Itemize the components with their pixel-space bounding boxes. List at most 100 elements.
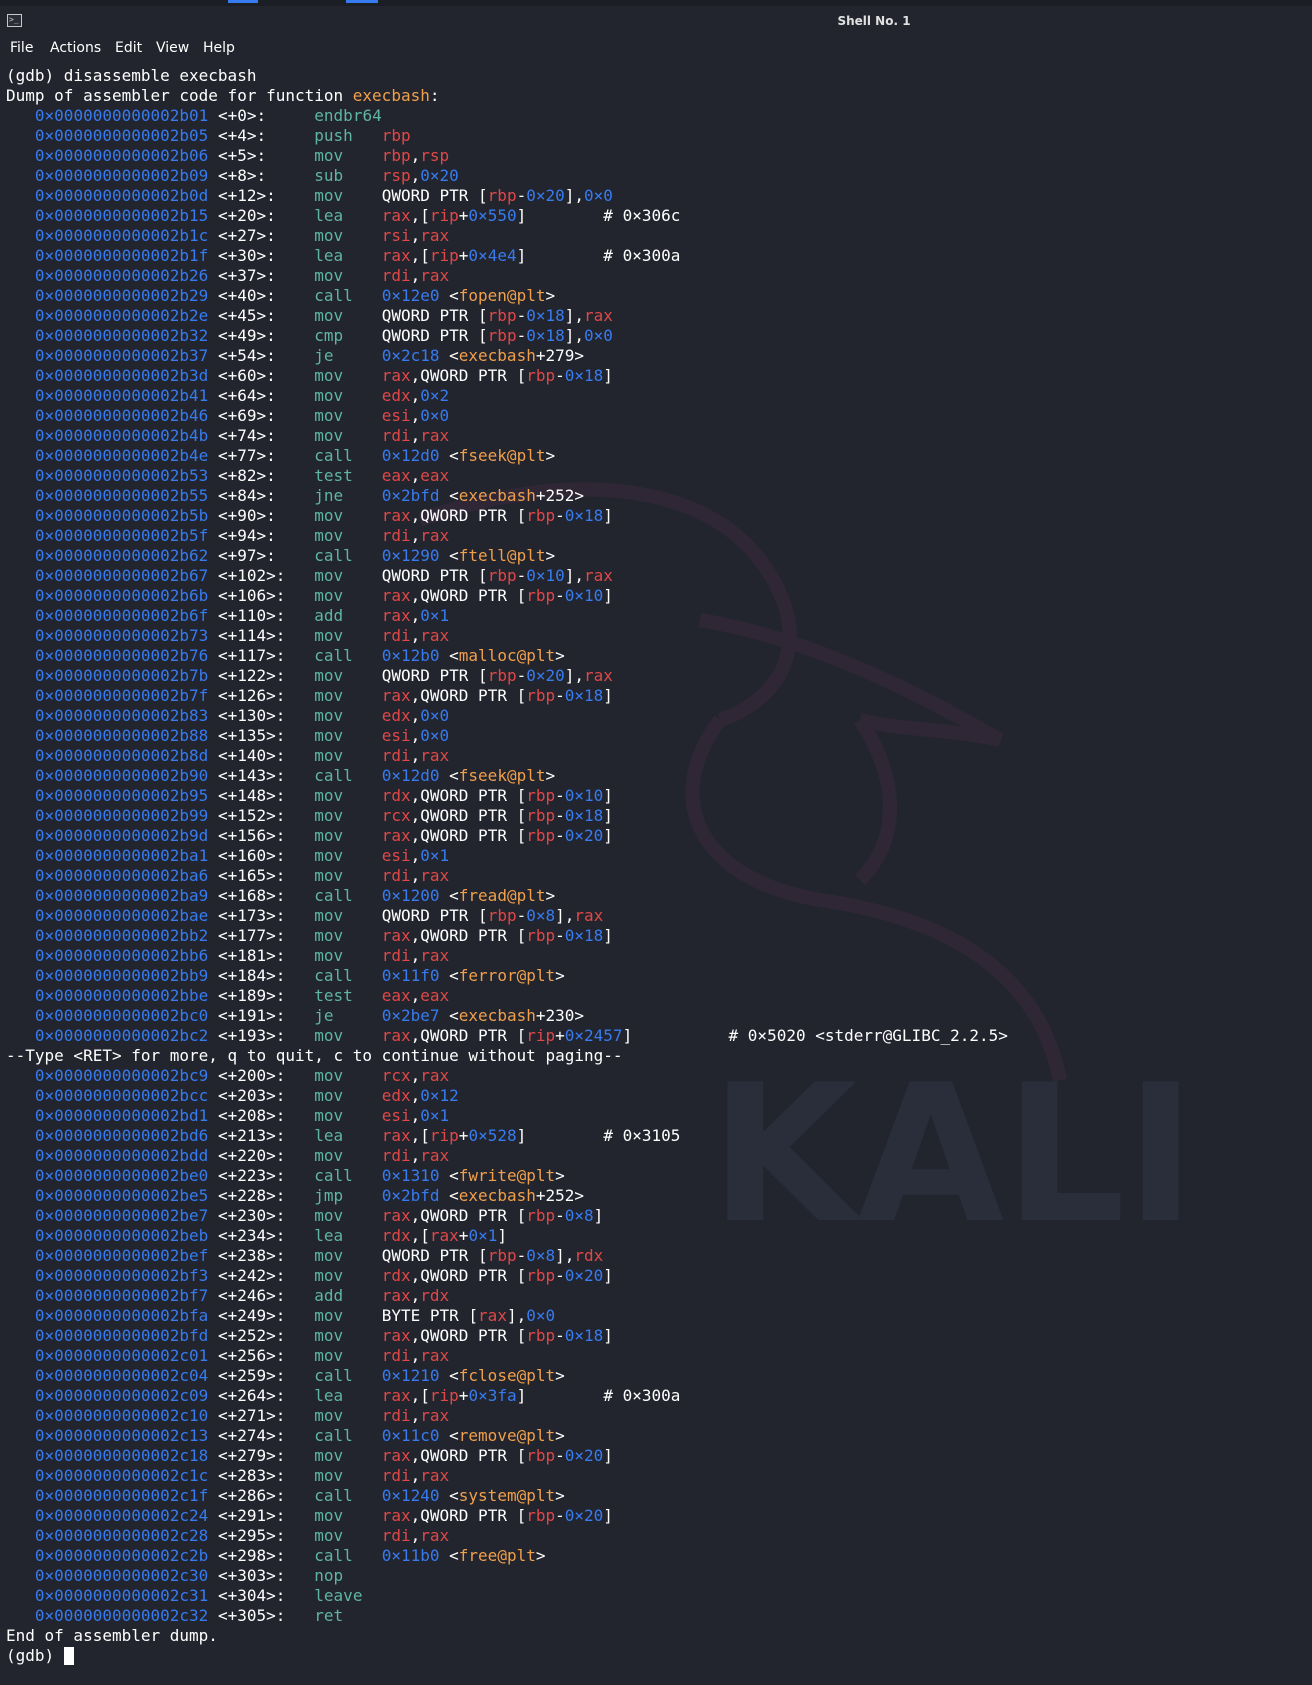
- symbol-token: fwrite@plt: [458, 1166, 556, 1185]
- asm-address: 0×0000000000002c1f: [34, 1486, 209, 1505]
- asm-opcode: call: [314, 966, 353, 985]
- register-token: rsi: [381, 226, 411, 245]
- asm-text: ,: [410, 1146, 421, 1165]
- asm-opcode: mov: [314, 186, 344, 205]
- menu-edit[interactable]: Edit: [115, 40, 142, 56]
- asm-operands: rdx,[rax+0×1]: [382, 1226, 507, 1245]
- asm-opcode: mov: [314, 846, 344, 865]
- asm-text: ,: [410, 226, 421, 245]
- workspace-indicator[interactable]: [228, 0, 258, 3]
- register-token: rdi: [381, 1146, 411, 1165]
- asm-offset: <+97>:: [217, 546, 276, 565]
- asm-operands: rdi,rax: [382, 1526, 449, 1545]
- menu-help[interactable]: Help: [203, 40, 235, 56]
- asm-text: <: [439, 286, 459, 305]
- asm-address: 0×0000000000002b4b: [34, 426, 209, 445]
- asm-opcode: add: [314, 606, 344, 625]
- immediate-token: 0×1: [420, 846, 450, 865]
- asm-line: 0×0000000000002b06 <+5>: mov rbp,rsp: [6, 146, 1306, 166]
- asm-address: 0×0000000000002b5b: [34, 506, 209, 525]
- menu-actions[interactable]: Actions: [50, 40, 101, 56]
- asm-address: 0×0000000000002c09: [34, 1386, 209, 1405]
- asm-address: 0×0000000000002b7b: [34, 666, 209, 685]
- asm-text: QWORD PTR [: [381, 906, 488, 925]
- window-titlebar[interactable]: >_ Shell No. 1: [0, 6, 1312, 39]
- asm-address: 0×0000000000002c24: [34, 1506, 209, 1525]
- asm-line: 0×0000000000002c1c <+283>: mov rdi,rax: [6, 1466, 1306, 1486]
- asm-offset: <+37>:: [217, 266, 276, 285]
- asm-address: 0×0000000000002be5: [34, 1186, 209, 1205]
- register-token: rdi: [381, 1406, 411, 1425]
- asm-line: 0×0000000000002b7b <+122>: mov QWORD PTR…: [6, 666, 1306, 686]
- asm-line: 0×0000000000002bcc <+203>: mov edx,0×12: [6, 1086, 1306, 1106]
- asm-offset: <+246>:: [217, 1286, 286, 1305]
- register-token: rbp: [526, 806, 556, 825]
- asm-opcode: test: [314, 466, 353, 485]
- asm-line: 0×0000000000002bef <+238>: mov QWORD PTR…: [6, 1246, 1306, 1266]
- asm-text: ,: [410, 1406, 421, 1425]
- workspace-indicator[interactable]: [346, 0, 378, 3]
- asm-address: 0×0000000000002b15: [34, 206, 209, 225]
- asm-line: 0×0000000000002ba1 <+160>: mov esi,0×1: [6, 846, 1306, 866]
- asm-operands: 0×1290 <ftell@plt>: [382, 546, 555, 565]
- asm-address: 0×0000000000002c1c: [34, 1466, 209, 1485]
- menu-view[interactable]: View: [156, 40, 189, 56]
- register-token: rax: [381, 686, 411, 705]
- register-token: rbp: [487, 326, 517, 345]
- asm-opcode: call: [314, 1486, 353, 1505]
- menu-file[interactable]: File: [10, 40, 33, 56]
- asm-opcode: mov: [314, 1266, 344, 1285]
- asm-text: QWORD PTR [: [381, 566, 488, 585]
- asm-operands: QWORD PTR [rbp-0×20],rax: [382, 666, 613, 685]
- asm-text: ]: [497, 1226, 507, 1245]
- asm-text: ],: [506, 1306, 527, 1325]
- asm-operands: esi,0×1: [382, 846, 449, 865]
- asm-opcode: sub: [314, 166, 344, 185]
- immediate-token: 0×2: [420, 386, 450, 405]
- asm-operands: rax,QWORD PTR [rbp-0×10]: [382, 586, 613, 605]
- text-cursor[interactable]: [63, 1647, 74, 1665]
- terminal-output[interactable]: (gdb) disassemble execbash Dump of assemb…: [6, 66, 1306, 1666]
- symbol-token: malloc@plt: [458, 646, 556, 665]
